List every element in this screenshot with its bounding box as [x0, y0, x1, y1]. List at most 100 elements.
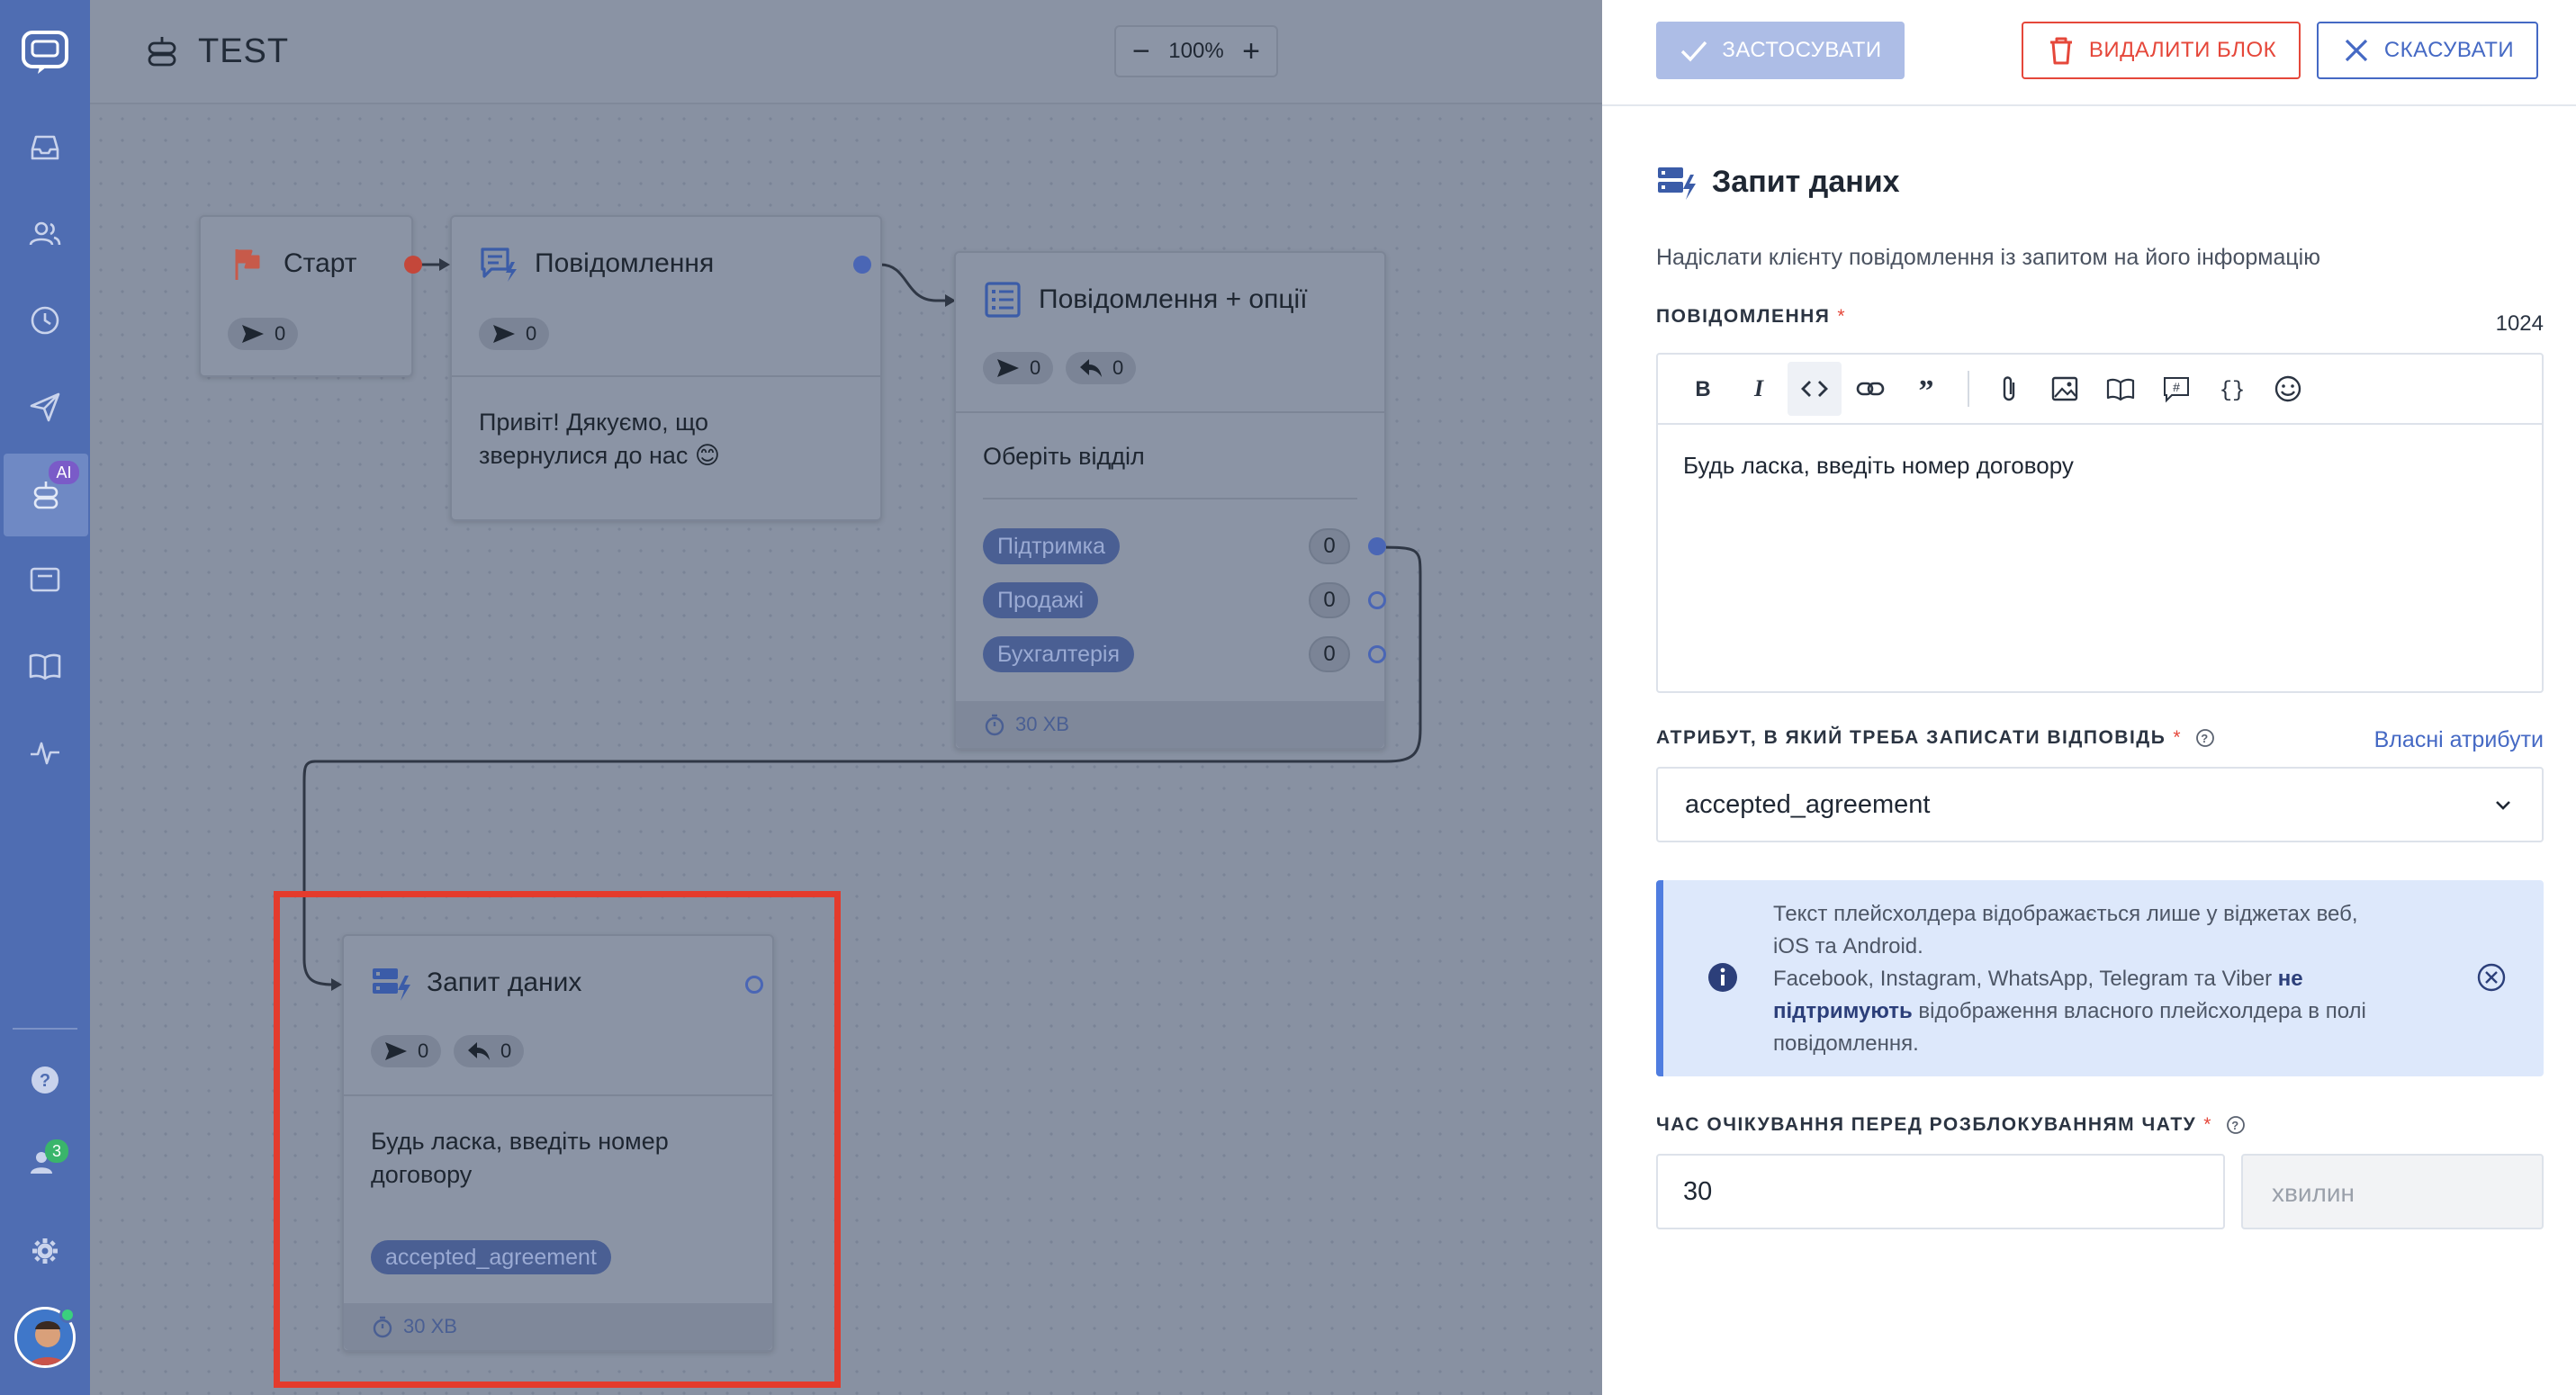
clock-icon [31, 306, 59, 335]
selection-highlight [274, 891, 841, 1388]
braces-icon: {} [2220, 379, 2246, 403]
option-port-sales[interactable] [1368, 591, 1386, 609]
nav-help[interactable]: ? [0, 1044, 90, 1116]
team-badge: 3 [45, 1139, 68, 1163]
option-tag-accounting: Бухгалтерія [983, 636, 1134, 672]
nav-widgets[interactable] [0, 544, 90, 616]
wait-time-label: ЧАС ОЧІКУВАННЯ ПЕРЕД РОЗБЛОКУВАННЯМ ЧАТУ… [1656, 1114, 2247, 1136]
nav-knowledge-base[interactable] [0, 630, 90, 702]
image-icon [2051, 376, 2078, 401]
nav-settings[interactable] [0, 1215, 90, 1287]
info-icon [1708, 963, 1737, 992]
code-button[interactable] [1788, 362, 1842, 416]
output-port[interactable] [853, 256, 871, 274]
apply-button[interactable]: ЗАСТОСУВАТИ [1656, 22, 1905, 79]
bot-title: TEST [198, 32, 290, 70]
svg-text:#: # [2173, 380, 2180, 394]
options-prompt: Оберіть відділ [983, 443, 1145, 470]
canvas-topbar: TEST − 100% + [90, 0, 1602, 104]
node-title: Повідомлення + опції [1039, 284, 1308, 314]
nav-inbox[interactable] [0, 112, 90, 184]
svg-text:?: ? [2231, 1119, 2239, 1132]
book-icon [29, 653, 61, 680]
bold-button[interactable]: B [1676, 362, 1730, 416]
hashtag-button[interactable]: # [2149, 362, 2203, 416]
inbox-icon [31, 135, 59, 160]
left-nav: AI ? 3 [0, 0, 90, 1395]
custom-attributes-link[interactable]: Власні атрибути [2374, 727, 2544, 753]
quote-button[interactable]: ” [1899, 362, 1953, 416]
message-bolt-icon [481, 248, 517, 282]
zoom-out-button[interactable]: − [1132, 36, 1150, 67]
check-icon [1681, 40, 1707, 62]
panel-actions: ЗАСТОСУВАТИ ВИДАЛИТИ БЛОК СКАСУВАТИ [1602, 0, 2576, 106]
svg-text:I: I [1753, 375, 1764, 401]
ai-badge: AI [49, 461, 79, 484]
chevron-down-icon [2496, 801, 2510, 810]
option-count: 0 [1309, 582, 1350, 618]
reply-icon [1080, 359, 1102, 377]
send-icon [30, 392, 60, 422]
node-start[interactable]: Старт 0 [199, 215, 422, 377]
option-count: 0 [1309, 636, 1350, 672]
required-mark: * [2173, 727, 2183, 748]
flag-icon [235, 249, 260, 280]
nav-analytics[interactable] [0, 716, 90, 788]
help-circle-icon[interactable]: ? [2194, 727, 2216, 749]
cancel-button[interactable]: СКАСУВАТИ [2317, 22, 2538, 79]
node-divider [983, 498, 1357, 500]
zoom-level: 100% [1168, 39, 1224, 63]
svg-text:?: ? [40, 1071, 50, 1091]
message-editor: B I ” # {} Будь ласка, введіть номер дог… [1656, 353, 2544, 693]
char-counter: 1024 [2495, 311, 2544, 336]
zoom-in-button[interactable]: + [1242, 36, 1260, 67]
node-divider [956, 411, 1384, 413]
output-port[interactable] [404, 256, 422, 274]
nav-history[interactable] [0, 284, 90, 356]
panel-title: Запит даних [1656, 162, 1900, 202]
close-icon [2345, 39, 2367, 62]
paperclip-icon [2003, 376, 2015, 401]
option-port-accounting[interactable] [1368, 645, 1386, 663]
emoji-button[interactable] [2261, 362, 2315, 416]
hashtag-message-icon: # [2164, 377, 2189, 403]
trash-icon [2049, 37, 2072, 65]
attribute-select[interactable]: accepted_agreement [1656, 767, 2544, 842]
option-port-support[interactable] [1368, 537, 1386, 555]
editor-toolbar: B I ” # {} [1658, 355, 2542, 425]
gear-icon [32, 1238, 58, 1264]
attribute-label: АТРИБУТ, В ЯКИЙ ТРЕБА ЗАПИСАТИ ВІДПОВІДЬ… [1656, 727, 2216, 749]
wait-time-input[interactable]: 30 [1656, 1154, 2225, 1229]
node-message-options[interactable]: Повідомлення + опції 0 0 Оберіть відділ … [954, 251, 1386, 750]
link-button[interactable] [1843, 362, 1897, 416]
message-text[interactable]: Будь ласка, введіть номер договору [1683, 452, 2074, 480]
required-mark: * [1837, 306, 1847, 327]
nav-contacts[interactable] [0, 198, 90, 270]
placeholder-notice: Текст плейсхолдера відображається лише у… [1656, 880, 2544, 1076]
chat-logo-icon[interactable] [20, 27, 70, 77]
nav-divider [13, 1028, 77, 1030]
close-circle-icon[interactable] [2475, 961, 2508, 994]
attribute-select-value: accepted_agreement [1685, 789, 1931, 819]
delete-block-button[interactable]: ВИДАЛИТИ БЛОК [2022, 22, 2301, 79]
bot-icon [148, 37, 176, 67]
attach-button[interactable] [1982, 362, 2036, 416]
image-button[interactable] [2038, 362, 2092, 416]
wait-time-unit: хвилин [2241, 1154, 2544, 1229]
help-icon: ? [32, 1066, 59, 1094]
node-message[interactable]: Повідомлення 0 Привіт! Дякуємо, що зверн… [450, 215, 882, 521]
send-icon [493, 325, 515, 343]
nav-team[interactable] [0, 1127, 90, 1199]
article-button[interactable] [2094, 362, 2148, 416]
variable-button[interactable]: {} [2205, 362, 2259, 416]
book-icon [2106, 378, 2135, 401]
required-mark: * [2203, 1114, 2212, 1135]
timer-icon [985, 714, 1004, 736]
nav-broadcast[interactable] [0, 371, 90, 443]
italic-button[interactable]: I [1732, 362, 1786, 416]
panel-description: Надіслати клієнту повідомлення із запито… [1656, 245, 2320, 270]
link-icon [1856, 382, 1885, 396]
help-circle-icon[interactable]: ? [2225, 1114, 2247, 1136]
svg-text:”: ” [1919, 374, 1934, 404]
notice-text: Текст плейсхолдера відображається лише у… [1773, 902, 2366, 1056]
